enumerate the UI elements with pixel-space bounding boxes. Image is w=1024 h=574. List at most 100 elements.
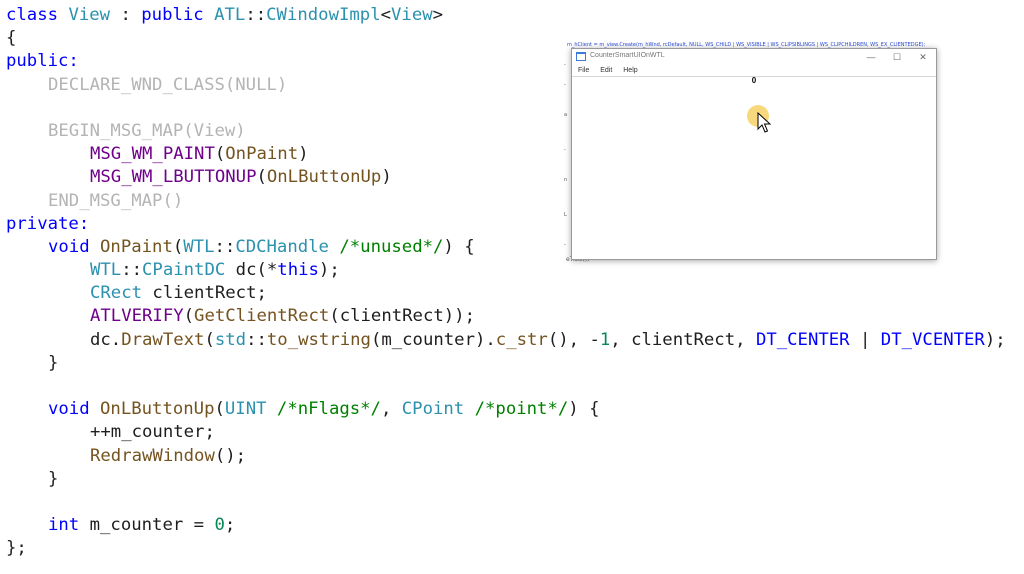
code-token: ( [214,144,226,165]
code-token: View [68,5,111,25]
code-token: WTL [90,260,122,281]
code-line: WTL::CPaintDC dc(*this); [6,259,1006,282]
code-token: this [277,260,319,281]
code-line: ATLVERIFY(GetClientRect(clientRect)); [6,305,1006,328]
code-token: (); [214,445,247,466]
code-token: ); [318,260,340,281]
minimize-button[interactable]: — [860,50,882,64]
code-token: dc(* [225,260,278,281]
code-token: void [48,399,101,420]
code-token: CWindowImpl [266,5,381,25]
code-token: int [48,515,90,536]
code-token: , clientRect, [610,329,756,350]
code-token: m_counter = [89,515,215,536]
code-token: (m_counter). [370,329,496,350]
code-line: class View : public ATL::CWindowImpl<Vie… [6,4,1006,27]
code-line: }; [6,537,1006,560]
close-button[interactable]: ✕ [912,50,934,64]
code-token: OnLButtonUp [100,399,215,420]
code-token: ; [224,515,236,536]
code-token: public: [6,51,79,72]
code-token: (clientRect)); [329,306,475,327]
code-token: DT_CENTER [755,329,850,350]
code-token: public [141,5,215,25]
code-token: ATLVERIFY [90,306,184,327]
code-token: CDCHandle [235,236,329,257]
code-token: 1 [599,329,611,350]
menu-help[interactable]: Help [623,67,637,74]
code-token: ( [183,306,195,327]
code-token: ) { [568,399,600,420]
code-token: void [48,236,101,257]
code-token: :: [214,236,236,257]
code-token: CPaintDC [142,260,226,281]
code-line: RedrawWindow(); [6,445,1006,468]
code-line: int m_counter = 0; [6,514,1006,537]
code-token: OnLButtonUp [266,167,382,188]
code-token: View [391,5,433,25]
code-token: END_MSG_MAP() [48,190,184,211]
code-token: private: [6,213,90,234]
code-token: ( [172,236,184,257]
code-token: : [110,5,142,25]
code-token: ) [298,144,309,165]
code-token: DT_VCENTER [880,329,985,350]
code-token: ++m_counter; [90,422,215,443]
code-token: } [48,352,59,373]
code-token: MSG_WM_LBUTTONUP [90,167,257,188]
code-token: /*unused*/ [339,236,444,257]
code-token: CPoint [401,399,465,420]
counter-text: 0 [751,76,757,85]
code-token: GetClientRect [194,306,330,327]
code-line: CRect clientRect; [6,282,1006,305]
code-token: UINT [224,399,267,420]
code-token: } [48,468,59,489]
code-token: DrawText [121,329,205,350]
code-token: :: [246,329,267,350]
menu-edit[interactable]: Edit [600,67,612,74]
code-line: dc.DrawText(std::to_wstring(m_counter).c… [6,329,1006,352]
code-token: dc. [90,329,122,350]
code-line: ++m_counter; [6,421,1006,444]
window-titlebar[interactable]: CounterSmartUIOnWTL — ☐ ✕ [572,49,936,65]
code-token: (), - [547,329,600,350]
code-token: ( [256,167,267,188]
code-token: ATL [214,5,246,25]
client-area[interactable]: 0 [572,76,936,257]
code-token: ) [381,167,392,188]
code-token: OnPaint [100,236,173,257]
code-token: ( [204,329,215,350]
code-token: ) { [443,236,475,257]
code-token: /*nFlags*/ [276,399,381,420]
code-token: { [6,28,17,49]
code-token: 0 [214,515,225,536]
code-token: < [380,5,392,25]
code-token: MSG_WM_PAINT [90,144,215,165]
code-token: BEGIN_MSG_MAP(View) [48,120,246,141]
menu-file[interactable]: File [578,67,589,74]
mouse-cursor-icon [757,112,771,133]
window-title: CounterSmartUIOnWTL [590,52,665,59]
code-token: | [849,329,881,350]
code-line: } [6,468,1006,491]
code-token: /*point*/ [474,399,569,420]
code-token: WTL [183,236,215,257]
code-token: }; [6,538,27,559]
maximize-button[interactable]: ☐ [886,50,908,64]
code-token: DECLARE_WND_CLASS(NULL) [48,74,288,95]
code-token: clientRect; [142,283,267,304]
app-icon [576,52,586,61]
code-token: OnPaint [225,144,299,165]
code-token: class [6,5,69,25]
code-token: CRect [90,283,143,304]
code-token: , [380,399,402,420]
code-token: :: [121,260,143,281]
code-line: } [6,352,1006,375]
app-window[interactable]: CounterSmartUIOnWTL — ☐ ✕ File Edit Help… [571,48,937,260]
code-token: ( [214,399,225,420]
code-token: ); [984,329,1006,350]
